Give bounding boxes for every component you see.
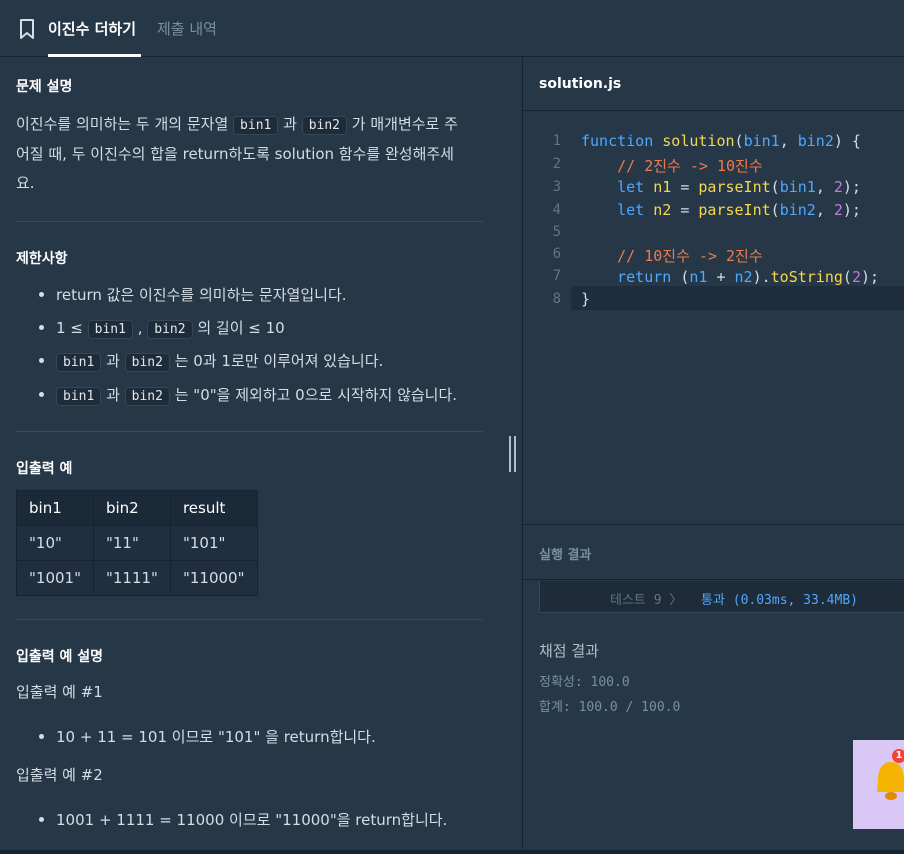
line-number: 3 (552, 179, 561, 195)
total-score: 합계: 100.0 / 100.0 (539, 700, 681, 715)
code-line: let n1 = parseInt(bin1, 2); (617, 178, 861, 196)
result-header: 실행 결과 (523, 524, 904, 580)
tab-submissions[interactable]: 제출 내역 (157, 18, 217, 57)
code-line: // 10진수 -> 2진수 (617, 247, 763, 265)
code-line: } (581, 290, 591, 308)
problem-description: 이진수를 의미하는 두 개의 문자열 bin1 과 bin2 가 매개변수로 주… (16, 115, 458, 192)
divider (16, 221, 483, 222)
result-panel: 테스트 9 〉 통과 (0.03ms, 33.4MB) 채점 결과 정확성: 1… (523, 581, 904, 854)
active-line-highlight (571, 286, 904, 310)
table-header-row: bin1 bin2 result (16, 490, 258, 526)
divider (16, 619, 483, 620)
table-cell: "11000" (169, 560, 258, 596)
code-line: return (n1 + n2).toString(2); (617, 268, 880, 286)
accuracy: 정확성: 100.0 (539, 675, 630, 690)
tab-problem[interactable]: 이진수 더하기 (48, 18, 141, 57)
constraint-item: bin1 과 bin2 는 0과 1로만 이루어져 있습니다. (38, 350, 383, 372)
bottom-bar (0, 850, 904, 854)
divider (16, 431, 483, 432)
bookmark-icon[interactable] (19, 19, 35, 39)
top-bar: 이진수 더하기 제출 내역 (0, 0, 904, 57)
table-row: "1001" "1111" "11000" (16, 560, 258, 596)
io-heading: 입출력 예 (16, 461, 73, 477)
table-header: bin2 (92, 490, 171, 526)
table-cell: "1111" (92, 560, 171, 596)
code-bin1: bin1 (233, 116, 279, 135)
notification-widget[interactable]: 1 (853, 740, 904, 829)
line-number: 4 (552, 202, 561, 218)
code-line: function solution(bin1, bin2) { (581, 132, 861, 150)
code-editor[interactable]: 1 2 3 4 5 6 7 8 function solution(bin1, … (523, 112, 904, 524)
table-cell: "11" (92, 525, 171, 561)
problem-panel: 문제 설명 이진수를 의미하는 두 개의 문자열 bin1 과 bin2 가 매… (0, 58, 504, 854)
io-table: bin1 bin2 result "10" "11" "101" "1001" … (16, 490, 258, 596)
constraints-heading: 제한사항 (16, 251, 68, 267)
line-number: 8 (552, 291, 561, 307)
grade-title: 채점 결과 (539, 642, 599, 660)
test-label: 테스트 9 〉 (610, 593, 683, 608)
example-2-title: 입출력 예 #2 (16, 766, 103, 784)
file-name: solution.js (539, 76, 622, 92)
bell-icon[interactable] (875, 758, 904, 806)
resize-handle[interactable] (508, 436, 518, 472)
explain-heading: 입출력 예 설명 (16, 649, 104, 665)
test-status: 통과 (0.03ms, 33.4MB) (701, 593, 858, 608)
line-number: 1 (552, 133, 561, 149)
example-1-title: 입출력 예 #1 (16, 683, 103, 701)
result-heading: 실행 결과 (539, 548, 592, 563)
example-1-text: 10 + 11 = 101 이므로 "101" 을 return합니다. (39, 728, 376, 746)
table-cell: "1001" (16, 560, 94, 596)
line-number: 2 (552, 156, 561, 172)
code-bin2: bin2 (301, 116, 348, 135)
line-number: 7 (552, 268, 561, 284)
line-number: 5 (552, 224, 561, 240)
table-row: "10" "11" "101" (16, 525, 258, 561)
table-cell: "101" (169, 525, 258, 561)
editor-header: solution.js (523, 57, 904, 111)
notification-badge: 1 (892, 749, 904, 763)
table-header: result (169, 490, 258, 526)
constraint-item: bin1 과 bin2 는 "0"을 제외하고 0으로 시작하지 않습니다. (38, 384, 457, 406)
constraint-item: return 값은 이진수를 의미하는 문자열입니다. (39, 286, 347, 304)
constraint-item: 1 ≤ bin1 , bin2 의 길이 ≤ 10 (39, 319, 285, 339)
table-header: bin1 (16, 490, 94, 526)
code-line: let n2 = parseInt(bin2, 2); (617, 201, 861, 219)
problem-heading: 문제 설명 (16, 79, 73, 95)
code-line: // 2진수 -> 10진수 (617, 157, 763, 175)
table-cell: "10" (16, 525, 94, 561)
test-result-box: 테스트 9 〉 통과 (0.03ms, 33.4MB) (539, 581, 904, 613)
line-number: 6 (552, 246, 561, 262)
example-2-text: 1001 + 1111 = 11000 이므로 "11000"을 return합… (38, 811, 448, 829)
